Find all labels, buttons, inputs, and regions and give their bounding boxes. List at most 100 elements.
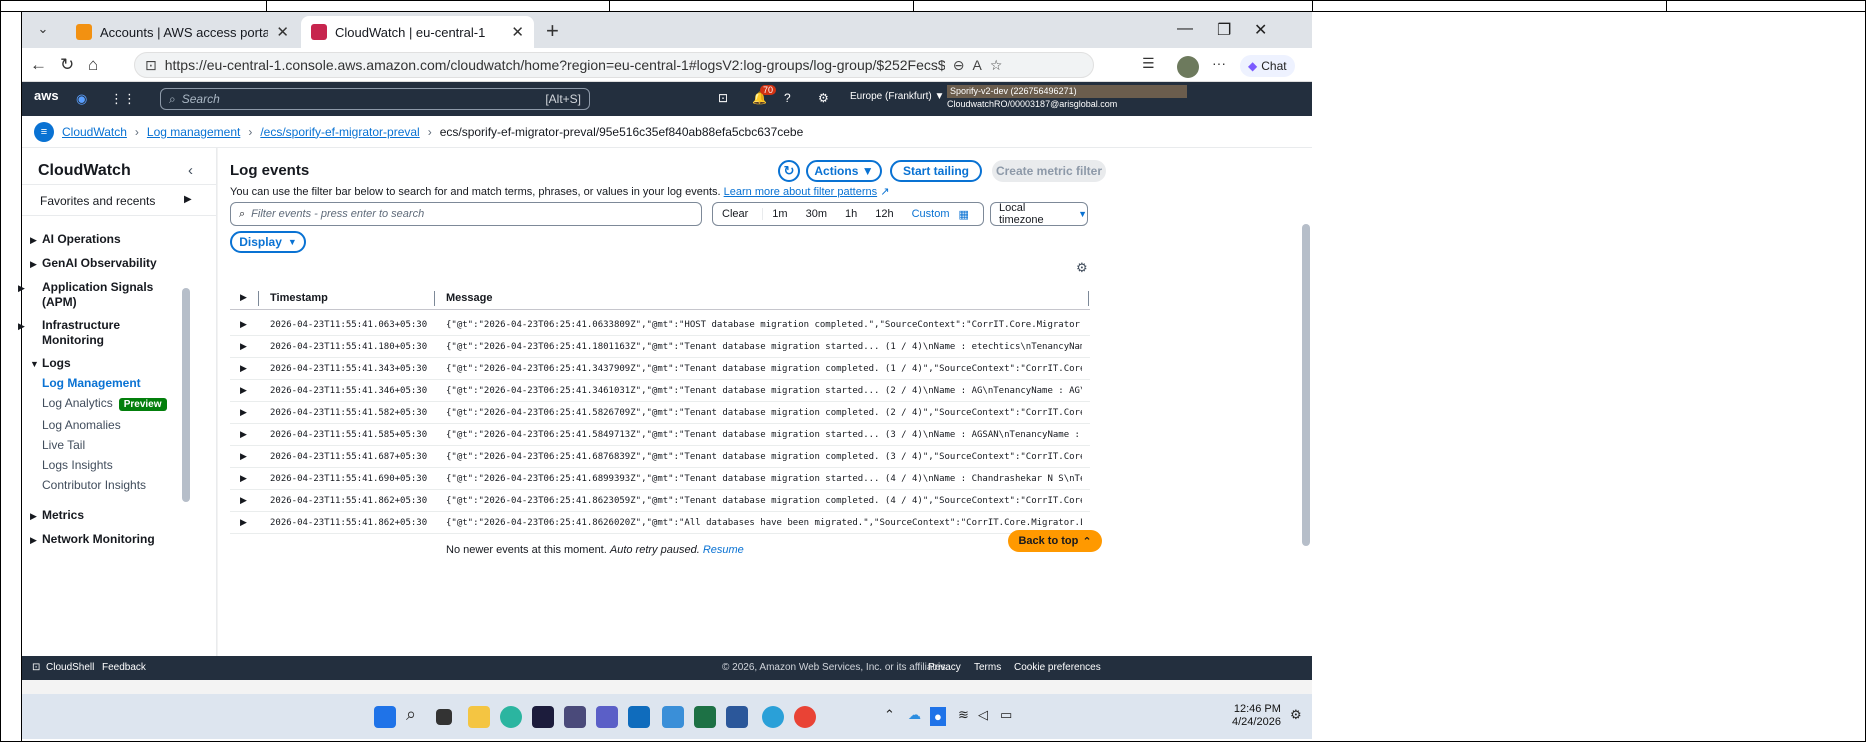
- file-explorer-icon[interactable]: [468, 706, 490, 728]
- minimize-icon[interactable]: —: [1177, 20, 1193, 38]
- table-row[interactable]: ▶ 2026-04-23T11:55:41.862+05:30 {"@t":"202…: [230, 512, 1090, 534]
- settings-gear-icon[interactable]: ⚙: [818, 91, 829, 105]
- table-row[interactable]: ▶ 2026-04-23T11:55:41.346+05:30 {"@t":"202…: [230, 380, 1090, 402]
- expand-row-caret-icon[interactable]: ▶: [240, 385, 247, 396]
- time-1m-button[interactable]: 1m: [763, 208, 796, 220]
- chrome-icon[interactable]: [794, 706, 816, 728]
- outlook-icon[interactable]: [628, 706, 650, 728]
- timezone-select[interactable]: Local timezone ▼: [990, 202, 1088, 226]
- start-tailing-button[interactable]: Start tailing: [890, 160, 982, 182]
- cookie-preferences-link[interactable]: Cookie preferences: [1014, 662, 1101, 673]
- system-clock[interactable]: 12:46 PM 4/24/2026: [1232, 703, 1281, 729]
- expand-all-caret-icon[interactable]: ▶: [240, 292, 247, 303]
- favorite-star-icon[interactable]: ☆: [990, 57, 1003, 74]
- notifications-icon[interactable]: ⚙: [1290, 707, 1302, 723]
- sidebar-item-log-management[interactable]: Log Management: [42, 376, 141, 390]
- expand-row-caret-icon[interactable]: ▶: [240, 429, 247, 440]
- expand-row-caret-icon[interactable]: ▶: [240, 407, 247, 418]
- time-12h-button[interactable]: 12h: [866, 208, 902, 220]
- expand-row-caret-icon[interactable]: ▶: [240, 451, 247, 462]
- back-to-top-button[interactable]: Back to top ⌃: [1008, 530, 1102, 552]
- table-row[interactable]: ▶ 2026-04-23T11:55:41.063+05:30 {"@t":"202…: [230, 314, 1090, 336]
- close-tab-icon[interactable]: ✕: [276, 23, 289, 41]
- m365-icon[interactable]: [564, 706, 586, 728]
- microphone-icon[interactable]: ●: [930, 707, 946, 726]
- wifi-icon[interactable]: ≋: [958, 707, 969, 723]
- terms-link[interactable]: Terms: [974, 662, 1001, 673]
- feedback-link[interactable]: Feedback: [102, 662, 146, 673]
- time-custom-button[interactable]: Custom: [903, 208, 959, 220]
- avatar[interactable]: [1177, 56, 1199, 78]
- back-icon[interactable]: ←: [30, 55, 47, 75]
- expand-row-caret-icon[interactable]: ▶: [240, 517, 247, 528]
- sidebar-item-live-tail[interactable]: Live Tail: [42, 438, 85, 452]
- aws-search-input[interactable]: ⌕ Search [Alt+S]: [160, 88, 590, 110]
- close-tab-icon[interactable]: ✕: [511, 23, 524, 41]
- volume-icon[interactable]: ◁: [978, 707, 988, 723]
- browser-icon[interactable]: [762, 706, 784, 728]
- cloudshell-icon[interactable]: ⊡: [32, 662, 40, 673]
- notepad-icon[interactable]: [662, 706, 684, 728]
- sidebar-item-logs[interactable]: ▼ Logs: [30, 356, 71, 371]
- region-selector[interactable]: Europe (Frankfurt) ▼: [850, 91, 944, 102]
- restore-icon[interactable]: ❐: [1217, 20, 1231, 40]
- task-view-icon[interactable]: [436, 709, 452, 725]
- chevron-up-icon[interactable]: ⌃: [884, 707, 895, 723]
- teams-icon[interactable]: [596, 706, 618, 728]
- table-row[interactable]: ▶ 2026-04-23T11:55:41.690+05:30 {"@t":"202…: [230, 468, 1090, 490]
- refresh-button[interactable]: ↻: [778, 160, 800, 182]
- table-row[interactable]: ▶ 2026-04-23T11:55:41.180+05:30 {"@t":"202…: [230, 336, 1090, 358]
- refresh-icon[interactable]: ↻: [60, 55, 74, 75]
- breadcrumb-log-management[interactable]: Log management: [147, 125, 240, 139]
- site-info-icon[interactable]: ⊡: [145, 57, 157, 74]
- new-tab-icon[interactable]: +: [546, 18, 559, 44]
- sidebar-item-application-signals[interactable]: ▶ Application Signals (APM): [18, 280, 160, 309]
- sidebar-item-network-monitoring[interactable]: ▶ Network Monitoring: [30, 532, 155, 547]
- time-1h-button[interactable]: 1h: [836, 208, 866, 220]
- table-row[interactable]: ▶ 2026-04-23T11:55:41.343+05:30 {"@t":"202…: [230, 358, 1090, 380]
- table-row[interactable]: ▶ 2026-04-23T11:55:41.687+05:30 {"@t":"202…: [230, 446, 1090, 468]
- nav-menu-icon[interactable]: ≡: [34, 121, 54, 142]
- aws-logo[interactable]: aws: [34, 88, 59, 103]
- sidebar-item-infrastructure-monitoring[interactable]: ▶ Infrastructure Monitoring: [18, 318, 160, 347]
- collapse-sidebar-icon[interactable]: ‹: [188, 162, 193, 179]
- help-icon[interactable]: ?: [784, 91, 791, 105]
- time-clear-button[interactable]: Clear: [713, 208, 764, 220]
- sidebar-item-log-anomalies[interactable]: Log Anomalies: [42, 418, 121, 432]
- cloudshell-link[interactable]: CloudShell: [46, 662, 94, 673]
- table-row[interactable]: ▶ 2026-04-23T11:55:41.585+05:30 {"@t":"202…: [230, 424, 1090, 446]
- expand-row-caret-icon[interactable]: ▶: [240, 319, 247, 330]
- time-30m-button[interactable]: 30m: [797, 208, 836, 220]
- favorites-icon[interactable]: ☰: [1142, 55, 1155, 72]
- favorites-and-recents[interactable]: Favorites and recents ▶: [22, 184, 217, 216]
- sidebar-scrollbar[interactable]: [182, 288, 190, 502]
- table-row[interactable]: ▶ 2026-04-23T11:55:41.862+05:30 {"@t":"202…: [230, 490, 1090, 512]
- search-icon[interactable]: ⌕: [406, 704, 428, 726]
- tab-aws-access-portal[interactable]: Accounts | AWS access portal ✕: [66, 16, 299, 48]
- sidebar-item-genai-observability[interactable]: ▶ GenAI Observability: [30, 256, 157, 271]
- breadcrumb-log-group[interactable]: /ecs/sporify-ef-migrator-preval: [260, 125, 419, 139]
- account-menu[interactable]: Sporify-v2-dev (226756496271) Cloudwatch…: [947, 85, 1187, 111]
- column-timestamp[interactable]: Timestamp: [270, 292, 328, 304]
- learn-more-link[interactable]: Learn more about filter patterns: [724, 186, 877, 198]
- tab-cloudwatch[interactable]: CloudWatch | eu-central-1 ✕: [301, 16, 534, 48]
- sidebar-item-ai-operations[interactable]: ▶ AI Operations: [30, 232, 121, 247]
- home-icon[interactable]: ⌂: [88, 55, 98, 75]
- tab-list-chevron-icon[interactable]: ⌄: [32, 21, 54, 41]
- expand-row-caret-icon[interactable]: ▶: [240, 341, 247, 352]
- cloudshell-icon[interactable]: ⊡: [718, 91, 728, 105]
- copilot-chat-button[interactable]: ◆ Chat: [1240, 55, 1295, 77]
- amazon-q-icon[interactable]: ◉: [76, 91, 87, 107]
- resume-link[interactable]: Resume: [703, 544, 744, 556]
- privacy-link[interactable]: Privacy: [928, 662, 961, 673]
- more-menu-icon[interactable]: ···: [1212, 55, 1226, 71]
- zoom-icon[interactable]: ⊖: [953, 57, 965, 74]
- read-aloud-icon[interactable]: A: [972, 57, 981, 73]
- edge-icon[interactable]: [500, 706, 522, 728]
- column-message[interactable]: Message: [446, 292, 492, 304]
- display-button[interactable]: Display ▼: [230, 231, 306, 253]
- column-divider[interactable]: [434, 291, 435, 306]
- expand-row-caret-icon[interactable]: ▶: [240, 473, 247, 484]
- expand-row-caret-icon[interactable]: ▶: [240, 363, 247, 374]
- filter-events-input[interactable]: ⌕ Filter events - press enter to search: [230, 202, 702, 226]
